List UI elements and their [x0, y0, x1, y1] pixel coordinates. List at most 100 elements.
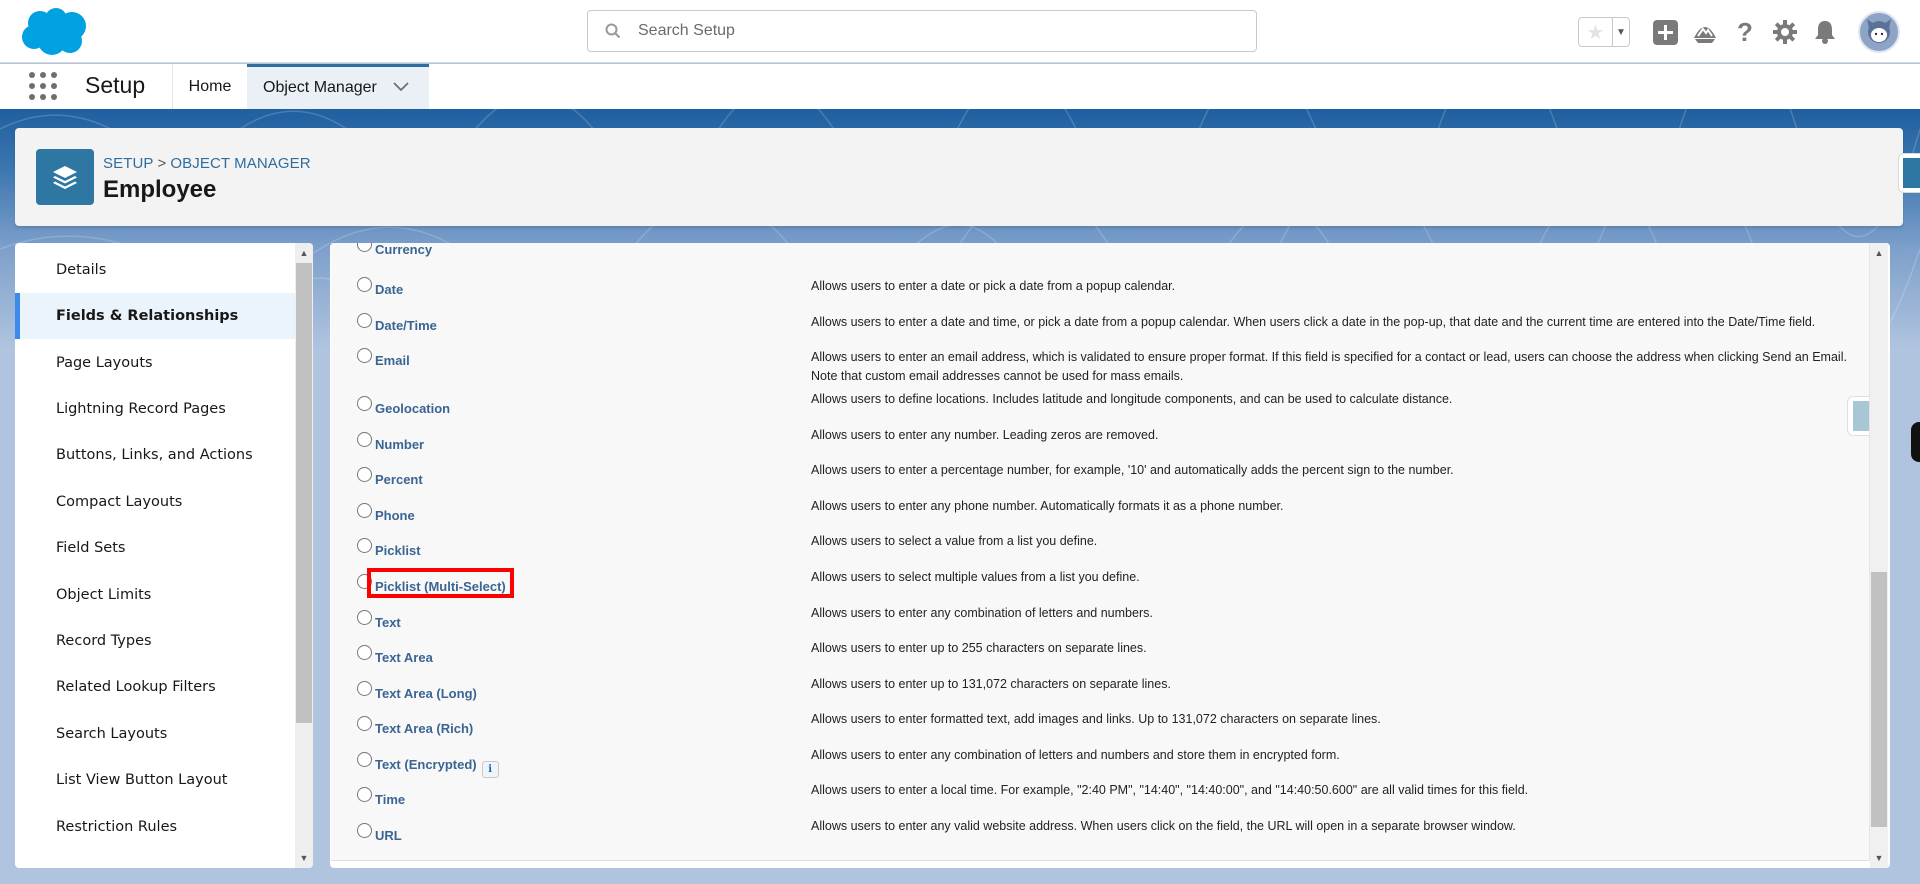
page-title: Employee	[103, 176, 217, 203]
field-type-description: Allows users to enter any valid website …	[811, 819, 1516, 833]
sidebar-item-record-types[interactable]: Record Types	[15, 618, 295, 664]
field-type-description: Allows users to enter formatted text, ad…	[811, 712, 1381, 726]
field-type-label[interactable]: Time	[375, 792, 405, 807]
field-type-label[interactable]: Text Area (Rich)	[375, 721, 473, 736]
field-type-label[interactable]: Date	[375, 282, 403, 297]
field-type-radio-geolocation[interactable]	[357, 396, 372, 411]
sidebar-scrollbar-thumb[interactable]	[296, 263, 312, 723]
sidebar-item-list-view-button-layout[interactable]: List View Button Layout	[15, 757, 295, 803]
field-type-radio-url[interactable]	[357, 823, 372, 838]
field-type-label[interactable]: URL	[375, 828, 402, 843]
scroll-down-arrow-icon[interactable]: ▼	[1870, 850, 1888, 866]
global-actions-add-icon[interactable]	[1652, 19, 1678, 45]
user-avatar[interactable]	[1858, 11, 1900, 53]
field-type-description: Allows users to enter any number. Leadin…	[811, 428, 1159, 442]
favorites-dropdown-icon[interactable]: ▼	[1613, 18, 1629, 46]
field-type-radio-number[interactable]	[357, 432, 372, 447]
field-type-row: Text Area Allows users to enter up to 25…	[331, 641, 1861, 679]
field-type-label[interactable]: Date/Time	[375, 318, 437, 333]
tab-object-manager-label: Object Manager	[263, 79, 377, 96]
breadcrumb-setup[interactable]: SETUP	[103, 155, 154, 172]
search-icon	[588, 23, 638, 39]
help-icon[interactable]: ?	[1732, 17, 1758, 47]
field-type-description: Allows users to enter a local time. For …	[811, 783, 1529, 797]
sidebar-item-buttons-links-actions[interactable]: Buttons, Links, and Actions	[15, 432, 295, 478]
field-type-radio-text-area-rich[interactable]	[357, 716, 372, 731]
field-type-radio-text-area-long[interactable]	[357, 681, 372, 696]
main-scrollbar-thumb[interactable]	[1871, 572, 1887, 827]
notifications-bell-icon[interactable]	[1812, 19, 1838, 45]
field-type-row: Percent Allows users to enter a percenta…	[331, 463, 1861, 501]
global-header: ★ ▼ ?	[0, 0, 1920, 63]
sidebar-item-related-lookup-filters[interactable]: Related Lookup Filters	[15, 664, 295, 710]
scroll-up-arrow-icon[interactable]: ▲	[295, 245, 313, 261]
field-type-label-text[interactable]: Text (Encrypted)	[375, 757, 477, 772]
search-setup-input[interactable]	[638, 22, 1218, 40]
sidebar-item-details[interactable]: Details	[15, 247, 295, 293]
field-type-label[interactable]: Text Area (Long)	[375, 686, 477, 701]
floating-side-handle[interactable]	[1911, 422, 1920, 462]
sidebar-item-object-limits[interactable]: Object Limits	[15, 572, 295, 618]
field-type-label[interactable]: Percent	[375, 472, 423, 487]
field-type-row: Text Area (Rich) Allows users to enter f…	[331, 712, 1861, 750]
field-type-description: Allows users to enter any combination of…	[811, 606, 1153, 620]
header-tools: ★ ▼ ?	[1578, 11, 1900, 53]
field-type-description: Allows users to enter up to 131,072 char…	[811, 677, 1171, 691]
field-type-label[interactable]: Picklist (Multi-Select)	[375, 579, 506, 594]
sidebar-item-lightning-record-pages[interactable]: Lightning Record Pages	[15, 386, 295, 432]
field-type-description: Allows users to enter any phone number. …	[811, 499, 1284, 513]
field-type-radio-date[interactable]	[357, 277, 372, 292]
chevron-down-icon[interactable]	[393, 79, 409, 97]
sidebar-item-restriction-rules[interactable]: Restriction Rules	[15, 804, 295, 850]
field-type-label[interactable]: Email	[375, 353, 410, 368]
field-type-radio-text-encrypted[interactable]	[357, 752, 372, 767]
main-scrollbar[interactable]: ▲ ▼	[1870, 243, 1888, 868]
field-type-description: Allows users to select multiple values f…	[811, 570, 1140, 584]
favorites-control[interactable]: ★ ▼	[1578, 17, 1630, 47]
field-type-radio-text-area[interactable]	[357, 645, 372, 660]
breadcrumb-separator: >	[157, 155, 167, 172]
tab-home[interactable]: Home	[173, 64, 247, 109]
field-type-radio-picklist[interactable]	[357, 538, 372, 553]
field-type-description: Allows users to enter a date and time, o…	[811, 315, 1816, 329]
field-type-description: Allows users to define locations. Includ…	[811, 392, 1453, 406]
breadcrumb-object-manager[interactable]: OBJECT MANAGER	[170, 155, 310, 172]
field-type-radio-email[interactable]	[357, 348, 372, 363]
scroll-down-arrow-icon[interactable]: ▼	[295, 850, 313, 866]
search-setup-box[interactable]	[587, 10, 1257, 52]
favorites-star-icon[interactable]: ★	[1579, 18, 1613, 46]
info-icon[interactable]: i	[481, 761, 499, 778]
field-type-radio-percent[interactable]	[357, 467, 372, 482]
setup-gear-icon[interactable]	[1772, 19, 1798, 45]
field-type-row: Date/Time Allows users to enter a date a…	[331, 313, 1861, 347]
sidebar-item-fields-relationships[interactable]: Fields & Relationships	[15, 293, 295, 339]
field-type-description: Allows users to enter a percentage numbe…	[811, 463, 1454, 477]
field-type-row: Geolocation Allows users to define locat…	[331, 392, 1861, 430]
field-type-label[interactable]: Geolocation	[375, 401, 450, 416]
field-type-label[interactable]: Text Area	[375, 650, 433, 665]
field-type-label[interactable]: Text	[375, 615, 401, 630]
app-launcher-icon[interactable]	[29, 71, 57, 101]
salesforce-logo[interactable]	[20, 7, 92, 57]
tab-object-manager[interactable]: Object Manager	[247, 64, 429, 109]
field-type-radio-time[interactable]	[357, 787, 372, 802]
trailhead-icon[interactable]	[1692, 19, 1718, 45]
field-type-label[interactable]: Number	[375, 437, 424, 452]
field-type-radio-text[interactable]	[357, 610, 372, 625]
sidebar-item-search-layouts[interactable]: Search Layouts	[15, 711, 295, 757]
field-type-list: Currency Date Allows users to enter a da…	[331, 243, 1870, 861]
field-type-radio-phone[interactable]	[357, 503, 372, 518]
sidebar-item-page-layouts[interactable]: Page Layouts	[15, 340, 295, 386]
field-type-label[interactable]: Phone	[375, 508, 415, 523]
field-type-label[interactable]: Picklist	[375, 543, 421, 558]
sidebar-item-field-sets[interactable]: Field Sets	[15, 525, 295, 571]
field-type-label[interactable]: Currency	[375, 243, 432, 257]
sidebar-item-compact-layouts[interactable]: Compact Layouts	[15, 479, 295, 525]
object-manager-sidebar: Details Fields & Relationships Page Layo…	[15, 243, 313, 868]
field-type-radio-date-time[interactable]	[357, 313, 372, 328]
panel-collapse-toggle[interactable]	[1847, 396, 1869, 436]
utility-panel-toggle[interactable]	[1898, 153, 1920, 193]
field-type-radio-currency[interactable]	[357, 243, 372, 252]
scroll-up-arrow-icon[interactable]: ▲	[1870, 245, 1888, 261]
sidebar-scrollbar[interactable]: ▲ ▼	[295, 243, 313, 868]
